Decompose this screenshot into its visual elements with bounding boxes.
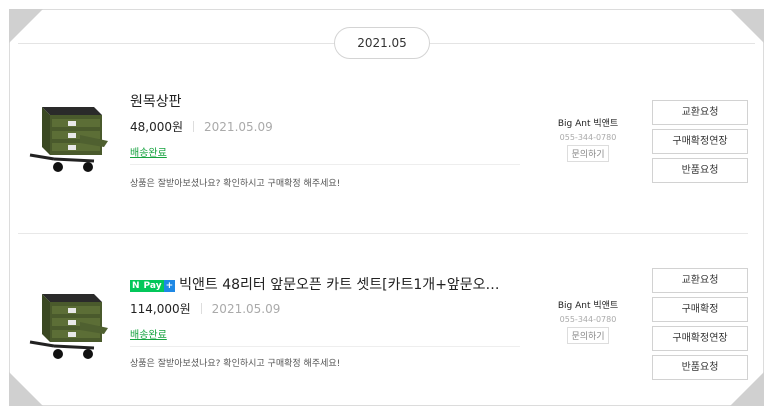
order-separator bbox=[18, 233, 748, 234]
product-title[interactable]: 원목상판 bbox=[130, 91, 182, 111]
order-date: 2021.05.09 bbox=[204, 120, 273, 134]
confirm-purchase-button[interactable]: 구매확정 bbox=[652, 297, 748, 322]
inquiry-button[interactable]: 문의하기 bbox=[567, 145, 609, 162]
delivery-status-link[interactable]: 배송완료 bbox=[130, 326, 167, 341]
naver-pay-pay: Pay bbox=[141, 280, 164, 292]
exchange-request-button[interactable]: 교환요청 bbox=[652, 100, 748, 125]
price: 48,000원 bbox=[130, 120, 184, 134]
corner-decoration bbox=[9, 9, 43, 43]
extend-confirm-button[interactable]: 구매확정연장 bbox=[652, 326, 748, 351]
order-actions: 교환요청 구매확정연장 반품요청 bbox=[652, 100, 748, 187]
naver-pay-n: N bbox=[130, 280, 142, 292]
product-title-text[interactable]: 원목상판 bbox=[130, 94, 182, 110]
return-request-button[interactable]: 반품요청 bbox=[652, 158, 748, 183]
price-row: 114,000원 2021.05.09 bbox=[130, 300, 280, 317]
divider bbox=[130, 346, 520, 347]
order-actions: 교환요청 구매확정 구매확정연장 반품요청 bbox=[652, 268, 748, 384]
confirm-message: 상품은 잘받아보셨나요? 확인하시고 구매확정 해주세요! bbox=[130, 359, 341, 369]
price-row: 48,000원 2021.05.09 bbox=[130, 118, 273, 135]
seller-info: Big Ant 빅앤트 055-344-0780 문의하기 bbox=[543, 116, 633, 162]
divider bbox=[193, 121, 195, 132]
product-title[interactable]: N Pay + 빅앤트 48리터 앞문오픈 카트 셋트[카트1개+앞문오… bbox=[130, 274, 500, 294]
order-item: N Pay + 빅앤트 48리터 앞문오픈 카트 셋트[카트1개+앞문오… 114,0… bbox=[18, 236, 748, 396]
inquiry-button[interactable]: 문의하기 bbox=[567, 327, 609, 344]
product-thumbnail[interactable] bbox=[24, 284, 108, 368]
naver-pay-plus-icon: + bbox=[163, 280, 176, 292]
return-request-button[interactable]: 반품요청 bbox=[652, 355, 748, 380]
price: 114,000원 bbox=[130, 302, 191, 316]
seller-name[interactable]: Big Ant 빅앤트 bbox=[543, 116, 633, 129]
extend-confirm-button[interactable]: 구매확정연장 bbox=[652, 129, 748, 154]
seller-info: Big Ant 빅앤트 055-344-0780 문의하기 bbox=[543, 298, 633, 344]
exchange-request-button[interactable]: 교환요청 bbox=[652, 268, 748, 293]
product-thumbnail[interactable] bbox=[24, 97, 108, 181]
divider bbox=[130, 164, 520, 165]
seller-name[interactable]: Big Ant 빅앤트 bbox=[543, 298, 633, 311]
naver-pay-badge: N Pay + bbox=[130, 280, 176, 292]
product-title-text[interactable]: 빅앤트 48리터 앞문오픈 카트 셋트[카트1개+앞문오… bbox=[179, 277, 499, 293]
corner-decoration bbox=[730, 9, 764, 43]
date-group-label: 2021.05 bbox=[334, 27, 430, 59]
order-date: 2021.05.09 bbox=[211, 302, 281, 316]
order-item: 원목상판 48,000원 2021.05.09 배송완료 상품은 잘받아보셨나요?… bbox=[18, 72, 748, 232]
seller-phone: 055-344-0780 bbox=[559, 133, 617, 142]
confirm-message: 상품은 잘받아보셨나요? 확인하시고 구매확정 해주세요! bbox=[130, 179, 341, 189]
seller-phone: 055-344-0780 bbox=[559, 315, 617, 324]
delivery-status-link[interactable]: 배송완료 bbox=[130, 144, 167, 159]
divider bbox=[200, 303, 202, 314]
